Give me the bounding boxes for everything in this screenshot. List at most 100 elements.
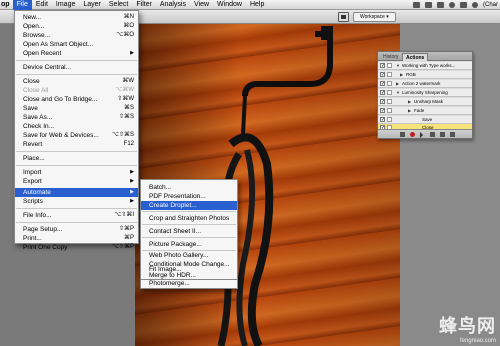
- dialog-toggle-icon[interactable]: [387, 81, 392, 86]
- menu-item-create-droplet[interactable]: Create Droplet...: [141, 201, 237, 210]
- play-icon[interactable]: [420, 132, 423, 138]
- menu-item-open-recent[interactable]: Open Recent ▶: [15, 49, 138, 58]
- menu-item-import[interactable]: Import ▶: [15, 168, 138, 177]
- menu-layer[interactable]: Layer: [79, 0, 105, 10]
- dialog-toggle-icon[interactable]: [387, 63, 392, 68]
- menu-item-file-info[interactable]: File Info... ⌥⇧⌘I: [15, 211, 138, 220]
- menu-item-label: Print One Copy: [23, 244, 68, 251]
- dialog-toggle-icon[interactable]: [387, 117, 392, 122]
- checkmark-icon[interactable]: ✓: [380, 81, 385, 87]
- menu-item-close-go-to-bridge[interactable]: Close and Go To Bridge... ⇧⌘W: [15, 95, 138, 104]
- tab-history[interactable]: History: [380, 53, 402, 61]
- menu-item-label: Merge to HDR...: [149, 272, 196, 279]
- menu-item-label: Page Setup...: [23, 226, 63, 233]
- menu-item-batch[interactable]: Batch...: [141, 183, 237, 192]
- menu-analysis[interactable]: Analysis: [156, 0, 190, 10]
- action-row[interactable]: ✓ ▶ RGB: [378, 71, 472, 79]
- menu-item-contact-sheet[interactable]: Contact Sheet II...: [141, 227, 237, 236]
- dialog-toggle-icon[interactable]: [387, 108, 392, 113]
- menu-view[interactable]: View: [190, 0, 213, 10]
- menu-separator: [142, 237, 236, 238]
- checkmark-icon[interactable]: ✓: [380, 108, 385, 114]
- menu-item-picture-package[interactable]: Picture Package...: [141, 240, 237, 249]
- menu-help[interactable]: Help: [246, 0, 268, 10]
- menu-item-label: Picture Package...: [149, 241, 202, 248]
- palette-well-icon[interactable]: [338, 12, 349, 22]
- volume-icon[interactable]: [436, 2, 444, 8]
- disclosure-triangle-icon[interactable]: ▼: [396, 62, 400, 70]
- menu-item-label: Open As Smart Object...: [23, 41, 94, 48]
- shortcut-label: ⌥⇧⌘P: [112, 244, 134, 250]
- menu-item-page-setup[interactable]: Page Setup... ⇧⌘P: [15, 225, 138, 234]
- menu-item-merge-to-hdr[interactable]: Merge to HDR...: [141, 272, 237, 279]
- menu-item-place[interactable]: Place...: [15, 154, 138, 163]
- action-row[interactable]: ✓ ▶ Action 2 watermark: [378, 80, 472, 88]
- menu-item-automate[interactable]: Automate ▶: [15, 188, 138, 197]
- workspace-dropdown[interactable]: Workspace ▾: [353, 12, 396, 22]
- record-icon[interactable]: [410, 132, 415, 137]
- checkmark-icon[interactable]: ✓: [380, 63, 385, 69]
- checkmark-icon[interactable]: ✓: [380, 99, 385, 105]
- menu-item-open[interactable]: Open... ⌘O: [15, 22, 138, 31]
- stop-icon[interactable]: [400, 132, 405, 137]
- spotlight-icon[interactable]: [471, 2, 478, 8]
- wifi-icon[interactable]: [424, 2, 432, 8]
- dialog-toggle-icon[interactable]: [387, 99, 392, 104]
- menu-item-browse[interactable]: Browse... ⌥⌘O: [15, 31, 138, 40]
- app-menu[interactable]: op: [0, 1, 13, 8]
- menu-item-check-in[interactable]: Check In...: [15, 122, 138, 131]
- checkmark-icon[interactable]: ✓: [380, 117, 385, 123]
- action-row[interactable]: ✓ ▶ Fade: [378, 107, 472, 115]
- menu-item-save[interactable]: Save ⌘S: [15, 104, 138, 113]
- menu-item-save-as[interactable]: Save As... ⇧⌘S: [15, 113, 138, 122]
- clock-icon[interactable]: [448, 2, 455, 8]
- disclosure-triangle-icon[interactable]: ▼: [396, 89, 400, 97]
- menu-item-export[interactable]: Export ▶: [15, 177, 138, 186]
- disclosure-triangle-icon[interactable]: ▶: [396, 80, 399, 88]
- action-row[interactable]: ✓ ▼ Working with Type works...: [378, 62, 472, 70]
- menu-item-label: Create Droplet...: [149, 202, 197, 209]
- menu-item-web-photo-gallery[interactable]: Web Photo Gallery...: [141, 251, 237, 260]
- menu-item-save-for-web[interactable]: Save for Web & Devices... ⌥⇧⌘S: [15, 131, 138, 140]
- trash-icon[interactable]: [450, 132, 455, 137]
- disclosure-triangle-icon[interactable]: ▶: [408, 98, 411, 106]
- menu-item-pdf-presentation[interactable]: PDF Presentation...: [141, 192, 237, 201]
- action-row[interactable]: ✓ Save: [378, 116, 472, 124]
- disclosure-triangle-icon[interactable]: ▶: [408, 107, 411, 115]
- menu-item-print[interactable]: Print... ⌘P: [15, 234, 138, 243]
- menu-item-photomerge[interactable]: Photomerge...: [141, 279, 237, 288]
- menu-image[interactable]: Image: [52, 0, 79, 10]
- tab-actions[interactable]: Actions: [402, 53, 429, 61]
- menu-item-open-smart-object[interactable]: Open As Smart Object...: [15, 40, 138, 49]
- menu-select[interactable]: Select: [105, 0, 132, 10]
- menu-window[interactable]: Window: [213, 0, 246, 10]
- menu-item-scripts[interactable]: Scripts ▶: [15, 197, 138, 206]
- user-menu[interactable]: (Char: [483, 2, 498, 8]
- action-row[interactable]: ✓ ▼ Luminosity Sharpening: [378, 89, 472, 97]
- submenu-arrow-icon: ▶: [130, 169, 134, 175]
- checkmark-icon[interactable]: ✓: [380, 90, 385, 96]
- shortcut-label: F12: [123, 141, 134, 147]
- action-row[interactable]: ✓ ▶ Unsharp Mask: [378, 98, 472, 106]
- menu-item-crop-straighten[interactable]: Crop and Straighten Photos: [141, 214, 237, 223]
- menu-filter[interactable]: Filter: [132, 0, 156, 10]
- new-action-icon[interactable]: [440, 132, 445, 137]
- dialog-toggle-icon[interactable]: [387, 72, 392, 77]
- disclosure-triangle-icon[interactable]: ▶: [400, 71, 403, 79]
- new-set-icon[interactable]: [430, 132, 435, 137]
- menu-item-revert[interactable]: Revert F12: [15, 140, 138, 149]
- dialog-toggle-icon[interactable]: [387, 90, 392, 95]
- shortcut-label: ⌥⌘W: [115, 87, 134, 93]
- automate-submenu-tail: Photomerge...: [140, 280, 238, 289]
- checkmark-icon[interactable]: ✓: [380, 72, 385, 78]
- shortcut-label: ⌘N: [123, 14, 134, 20]
- menu-separator: [142, 211, 236, 212]
- battery-icon[interactable]: [459, 2, 467, 8]
- menu-file[interactable]: File: [12, 0, 32, 10]
- menu-item-device-central[interactable]: Device Central...: [15, 63, 138, 72]
- menu-item-close[interactable]: Close ⌘W: [15, 77, 138, 86]
- menu-item-new[interactable]: New... ⌘N: [15, 13, 138, 22]
- bluetooth-icon[interactable]: [412, 2, 420, 8]
- menu-edit[interactable]: Edit: [32, 0, 52, 10]
- menu-item-print-one-copy[interactable]: Print One Copy ⌥⇧⌘P: [15, 243, 138, 252]
